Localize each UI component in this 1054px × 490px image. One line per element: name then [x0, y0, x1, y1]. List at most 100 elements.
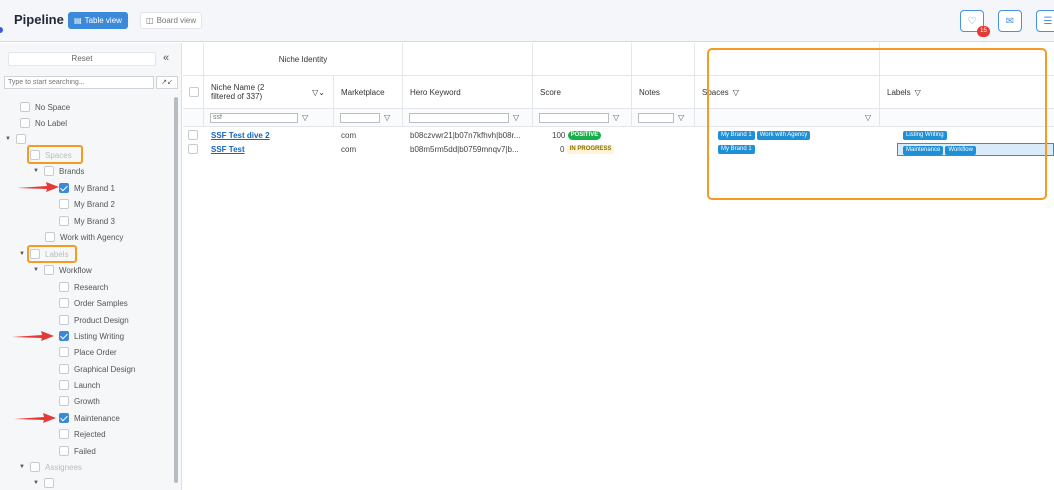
checkbox[interactable] [59, 347, 69, 357]
score-filter-input[interactable] [539, 112, 609, 123]
select-all-checkbox[interactable] [189, 87, 199, 97]
marketplace-filter-input[interactable] [340, 112, 380, 123]
tree-item-assignees[interactable]: ▼ Assignees [19, 460, 82, 474]
tree-item-no-space[interactable]: No Space [20, 100, 70, 114]
checkbox-checked[interactable] [59, 331, 69, 341]
filter-icon[interactable]: ▽ [384, 113, 390, 122]
tree-item-product-design[interactable]: Product Design [59, 313, 129, 327]
notes-filter-input[interactable] [638, 112, 674, 123]
niche-name-link[interactable]: SSF Test dive 2 [211, 129, 270, 142]
expand-icon[interactable]: ↗↙ [156, 76, 178, 89]
checkbox[interactable] [45, 232, 55, 242]
tree-item-order-samples[interactable]: Order Samples [59, 296, 128, 310]
tree-item-graphical-design[interactable]: Graphical Design [59, 362, 135, 376]
caret-down-icon[interactable]: ▼ [33, 168, 39, 174]
group-header-niche-identity: Niche Identity [204, 43, 403, 76]
niche-name-link[interactable]: SSF Test [211, 143, 245, 156]
filter-icon[interactable]: ▽ [613, 113, 619, 122]
checkbox[interactable] [59, 364, 69, 374]
column-header-score[interactable]: Score [533, 76, 632, 109]
checkbox-checked[interactable] [59, 183, 69, 193]
tab-board-view[interactable]: ◫ Board view [140, 12, 203, 29]
checkbox[interactable] [59, 216, 69, 226]
tree-item-label: Failed [74, 446, 96, 456]
checkbox[interactable] [59, 298, 69, 308]
checkbox[interactable] [59, 315, 69, 325]
column-header-niche-name[interactable]: Niche Name (2 filtered of 337) ▽⌄ [204, 76, 334, 109]
header-spacer [632, 43, 695, 76]
checkbox[interactable] [59, 396, 69, 406]
app-header: Pipeline ▤ Table view ◫ Board view ♡ 15 … [0, 0, 1054, 42]
tree-item-failed[interactable]: Failed [59, 444, 96, 458]
caret-down-icon[interactable]: ▼ [33, 480, 39, 486]
checkbox[interactable] [20, 118, 30, 128]
notification-count-badge: 15 [977, 26, 990, 37]
tree-item-label: Maintenance [74, 413, 120, 423]
column-header-marketplace[interactable]: Marketplace [334, 76, 403, 109]
checkbox[interactable] [59, 429, 69, 439]
checkbox[interactable] [59, 199, 69, 209]
caret-down-icon[interactable]: ▼ [19, 464, 25, 470]
tree-item-work-with-agency[interactable]: Work with Agency [45, 230, 123, 244]
red-arrow-icon [12, 331, 54, 341]
tree-item-launch[interactable]: Launch [59, 378, 100, 392]
filter-sort-icon[interactable]: ▽⌄ [312, 88, 325, 97]
filter-icon[interactable]: ▽ [302, 113, 308, 122]
row-checkbox[interactable] [188, 144, 198, 154]
checkbox[interactable] [59, 446, 69, 456]
checkbox[interactable] [44, 166, 54, 176]
row-checkbox-cell [188, 130, 198, 143]
filter-icon[interactable]: ▽ [678, 113, 684, 122]
tree-item-root-1[interactable]: ▼ [5, 132, 26, 146]
header-spacer [533, 43, 632, 76]
tree-item-workflow[interactable]: ▼ Workflow [33, 263, 92, 277]
tree-item-rejected[interactable]: Rejected [59, 427, 106, 441]
hero-filter-input[interactable] [409, 112, 509, 123]
column-header-notes[interactable]: Notes [632, 76, 695, 109]
tree-item-label: Order Samples [74, 298, 128, 308]
caret-down-icon[interactable]: ▼ [33, 267, 39, 273]
bell-icon: ♡ [967, 15, 977, 27]
score-cell: 100 POSITIVE [552, 129, 602, 142]
tree-item-label: My Brand 3 [74, 216, 115, 226]
filter-icon[interactable]: ▽ [513, 113, 519, 122]
checkbox[interactable] [30, 462, 40, 472]
checkbox[interactable] [16, 134, 26, 144]
tree-item-place-order[interactable]: Place Order [59, 345, 117, 359]
board-icon: ◫ [146, 16, 154, 25]
collapse-sidebar-icon[interactable]: « [163, 52, 169, 64]
row-checkbox[interactable] [188, 130, 198, 140]
red-arrow-icon [17, 182, 59, 192]
header-spacer [183, 43, 204, 76]
spaces-highlight-box [27, 145, 83, 164]
niche-filter-input[interactable]: ssf [210, 112, 298, 123]
caret-down-icon[interactable]: ▼ [5, 136, 11, 142]
tree-item-my-brand-1[interactable]: My Brand 1 [59, 181, 115, 195]
tree-item-no-label[interactable]: No Label [20, 116, 67, 130]
chat-button[interactable]: ☰ [1036, 10, 1054, 32]
checkbox[interactable] [59, 282, 69, 292]
column-header-hero-keyword[interactable]: Hero Keyword [403, 76, 533, 109]
tree-item-my-brand-3[interactable]: My Brand 3 [59, 214, 115, 228]
sidebar-scrollbar[interactable] [174, 97, 178, 483]
tab-table-view[interactable]: ▤ Table view [68, 12, 128, 29]
tree-item-brands[interactable]: ▼ Brands [33, 164, 84, 178]
announcements-button[interactable]: ✉ [998, 10, 1022, 32]
filter-notes: ▽ [632, 109, 695, 127]
tree-item-listing-writing[interactable]: Listing Writing [59, 329, 124, 343]
status-dot [0, 27, 3, 33]
checkbox[interactable] [44, 265, 54, 275]
tree-item-growth[interactable]: Growth [59, 394, 100, 408]
checkbox[interactable] [20, 102, 30, 112]
sidebar-search-input[interactable] [4, 76, 154, 89]
filter-marketplace: ▽ [334, 109, 403, 127]
tree-item-research[interactable]: Research [59, 280, 108, 294]
checkbox-checked[interactable] [59, 413, 69, 423]
tree-item-my-brand-2[interactable]: My Brand 2 [59, 197, 115, 211]
tree-item-maintenance[interactable]: Maintenance [59, 411, 120, 425]
checkbox[interactable] [44, 478, 54, 488]
tree-item-assignee-root[interactable]: ▼ [33, 476, 54, 490]
reset-button[interactable]: Reset [8, 52, 156, 66]
checkbox[interactable] [59, 380, 69, 390]
caret-down-icon[interactable]: ▼ [19, 251, 25, 257]
